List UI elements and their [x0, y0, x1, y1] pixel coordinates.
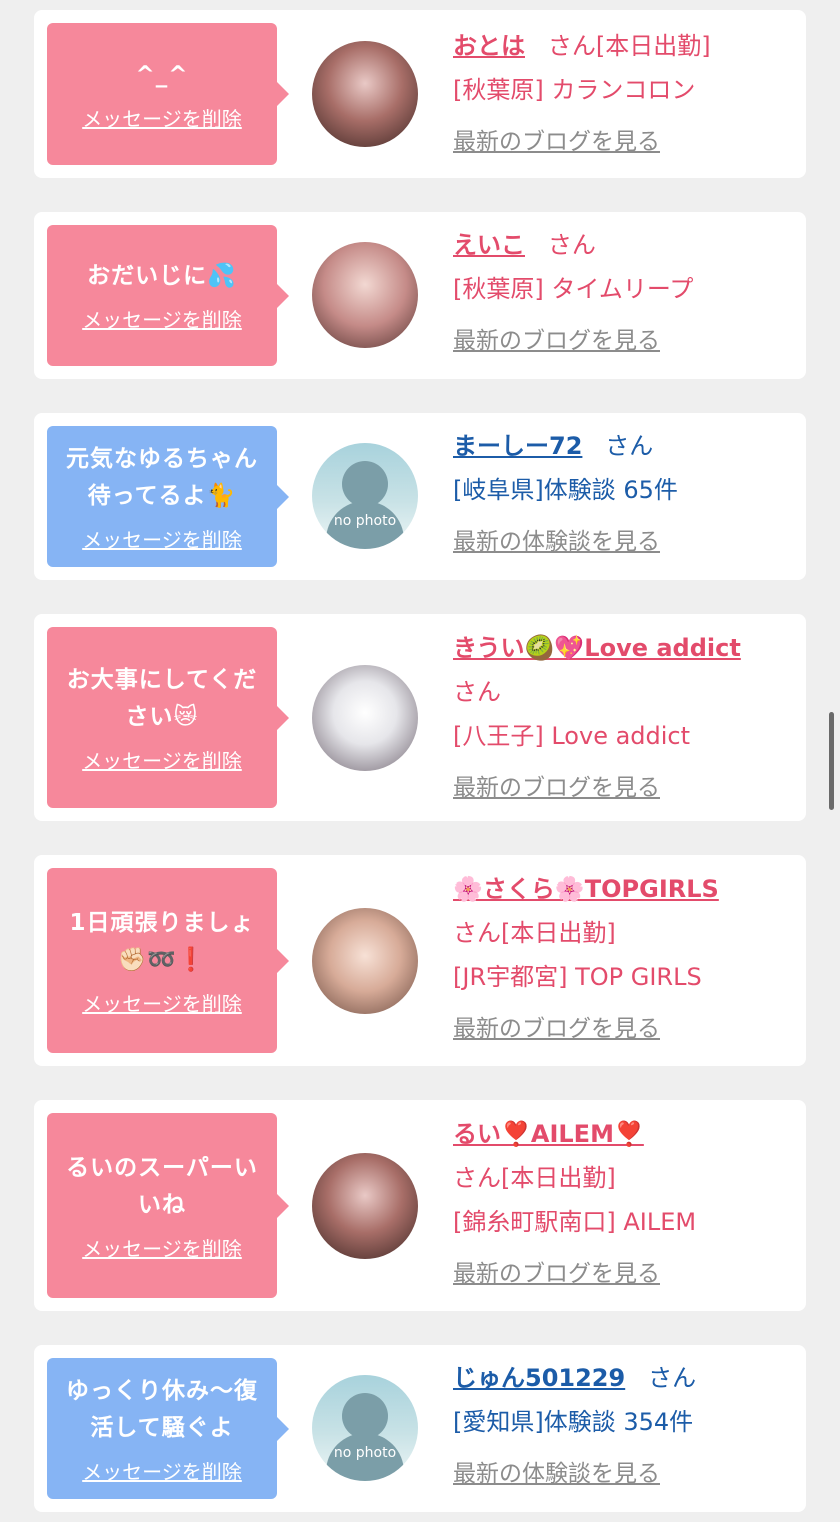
- message-card: 元気なゆるちゃん待ってるよ🐈 メッセージを削除 no photo まーしー72 …: [34, 413, 806, 580]
- honorific-text: さん: [648, 1364, 697, 1392]
- delete-message-link[interactable]: メッセージを削除: [82, 307, 242, 333]
- delete-message-link[interactable]: メッセージを削除: [82, 991, 242, 1017]
- message-card: ゆっくり休み～復活して騒ぐよ メッセージを削除 no photo じゅん5012…: [34, 1345, 806, 1512]
- avatar[interactable]: [312, 41, 418, 147]
- sender-name-link[interactable]: まーしー72: [453, 432, 582, 460]
- latest-blog-link[interactable]: 最新のブログを見る: [453, 120, 788, 164]
- latest-review-link[interactable]: 最新の体験談を見る: [453, 520, 788, 564]
- message-card: るいのスーパーいいね メッセージを削除 るい❣️AILEM❣️ さん[本日出勤]…: [34, 1100, 806, 1311]
- latest-blog-link[interactable]: 最新のブログを見る: [453, 1252, 788, 1296]
- latest-blog-link[interactable]: 最新のブログを見る: [453, 766, 788, 810]
- avatar[interactable]: no photo: [312, 1375, 418, 1481]
- message-bubble: ゆっくり休み～復活して騒ぐよ メッセージを削除: [47, 1358, 289, 1499]
- shop-area-text: [八王子] Love addict: [453, 722, 691, 750]
- message-text: ゆっくり休み～復活して騒ぐよ: [66, 1377, 258, 1441]
- message-card: ^_^ メッセージを削除 おとは さん[本日出勤] [秋葉原] カランコロン 最…: [34, 10, 806, 178]
- message-card: おだいじに💦 メッセージを削除 えいこ さん [秋葉原] タイムリープ 最新のブ…: [34, 212, 806, 379]
- message-text: お大事にしてください😿: [66, 666, 258, 730]
- no-photo-label: no photo: [333, 513, 397, 529]
- sender-info: まーしー72 さん [岐阜県]体験談 65件 最新の体験談を見る: [453, 424, 788, 564]
- delete-message-link[interactable]: メッセージを削除: [82, 106, 242, 132]
- avatar[interactable]: [312, 908, 418, 1014]
- sender-name-link[interactable]: じゅん501229: [453, 1364, 625, 1392]
- delete-message-link[interactable]: メッセージを削除: [82, 1459, 242, 1485]
- shop-area-text: [秋葉原] タイムリープ: [453, 275, 694, 303]
- sender-info: おとは さん[本日出勤] [秋葉原] カランコロン 最新のブログを見る: [453, 24, 788, 164]
- message-bubble: るいのスーパーいいね メッセージを削除: [47, 1113, 289, 1298]
- message-card: 1日頑張りましょ✊🏻➿❗ メッセージを削除 🌸さくら🌸TOPGIRLS さん[本…: [34, 855, 806, 1066]
- sender-info: るい❣️AILEM❣️ さん[本日出勤] [錦糸町駅南口] AILEM 最新のブ…: [453, 1112, 788, 1296]
- message-text: るいのスーパーいいね: [66, 1154, 258, 1218]
- sender-name-link[interactable]: えいこ: [453, 231, 525, 259]
- scrollbar[interactable]: [829, 712, 834, 810]
- shop-area-text: [JR宇都宮] TOP GIRLS: [453, 963, 702, 991]
- message-bubble: 1日頑張りましょ✊🏻➿❗ メッセージを削除: [47, 868, 289, 1053]
- honorific-text: さん: [605, 432, 654, 460]
- honorific-text: さん[本日出勤]: [453, 1164, 616, 1192]
- sender-name-link[interactable]: るい❣️AILEM❣️: [453, 1120, 644, 1148]
- sender-name-link[interactable]: きうい🥝💖Love addict: [453, 634, 741, 662]
- message-bubble: おだいじに💦 メッセージを削除: [47, 225, 289, 366]
- honorific-text: さん[本日出勤]: [547, 32, 711, 60]
- shop-area-text: [秋葉原] カランコロン: [453, 76, 696, 104]
- sender-info: じゅん501229 さん [愛知県]体験談 354件 最新の体験談を見る: [453, 1356, 788, 1496]
- delete-message-link[interactable]: メッセージを削除: [82, 748, 242, 774]
- avatar[interactable]: no photo: [312, 443, 418, 549]
- latest-blog-link[interactable]: 最新のブログを見る: [453, 319, 788, 363]
- avatar[interactable]: [312, 665, 418, 771]
- message-text: おだいじに💦: [87, 263, 237, 289]
- latest-review-link[interactable]: 最新の体験談を見る: [453, 1452, 788, 1496]
- message-text: 元気なゆるちゃん待ってるよ🐈: [66, 445, 258, 509]
- message-text: ^_^: [135, 61, 189, 88]
- shop-area-text: [錦糸町駅南口] AILEM: [453, 1208, 697, 1236]
- honorific-text: さん: [547, 231, 596, 259]
- honorific-text: さん[本日出勤]: [453, 919, 616, 947]
- latest-blog-link[interactable]: 最新のブログを見る: [453, 1007, 788, 1051]
- message-bubble: ^_^ メッセージを削除: [47, 23, 289, 165]
- area-review-count: [岐阜県]体験談 65件: [453, 476, 678, 504]
- avatar[interactable]: [312, 242, 418, 348]
- message-bubble: 元気なゆるちゃん待ってるよ🐈 メッセージを削除: [47, 426, 289, 567]
- avatar[interactable]: [312, 1153, 418, 1259]
- delete-message-link[interactable]: メッセージを削除: [82, 1236, 242, 1262]
- sender-info: 🌸さくら🌸TOPGIRLS さん[本日出勤] [JR宇都宮] TOP GIRLS…: [453, 867, 788, 1051]
- message-text: 1日頑張りましょ✊🏻➿❗: [69, 909, 255, 973]
- honorific-text: さん: [453, 678, 501, 706]
- message-list: ^_^ メッセージを削除 おとは さん[本日出勤] [秋葉原] カランコロン 最…: [0, 0, 840, 1522]
- sender-name-link[interactable]: 🌸さくら🌸TOPGIRLS: [453, 875, 719, 903]
- message-bubble: お大事にしてください😿 メッセージを削除: [47, 627, 289, 808]
- sender-info: えいこ さん [秋葉原] タイムリープ 最新のブログを見る: [453, 223, 788, 363]
- delete-message-link[interactable]: メッセージを削除: [82, 527, 242, 553]
- sender-info: きうい🥝💖Love addict さん [八王子] Love addict 最新…: [453, 626, 788, 810]
- message-card: お大事にしてください😿 メッセージを削除 きうい🥝💖Love addict さん…: [34, 614, 806, 821]
- area-review-count: [愛知県]体験談 354件: [453, 1408, 694, 1436]
- no-photo-label: no photo: [333, 1445, 397, 1461]
- sender-name-link[interactable]: おとは: [453, 32, 525, 60]
